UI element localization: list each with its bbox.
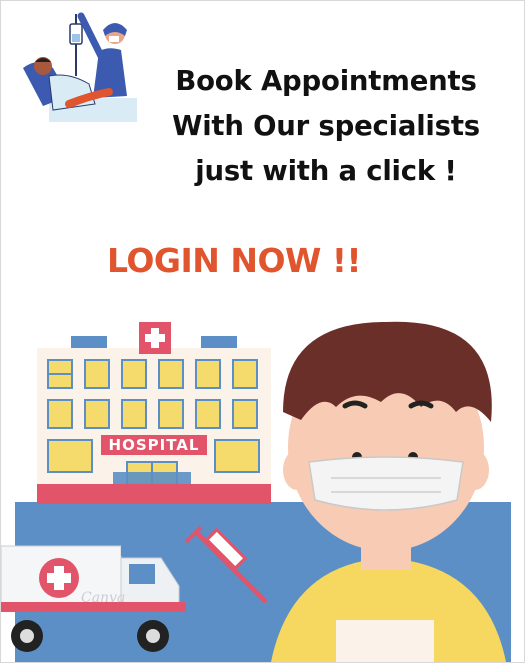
promo-card: Book Appointments With Our specialists j… — [0, 0, 525, 663]
headline: Book Appointments With Our specialists j… — [151, 59, 501, 194]
login-now-link[interactable]: LOGIN NOW !! — [107, 241, 362, 280]
watermark-text: Canva — [81, 590, 125, 606]
headline-line-3: just with a click ! — [195, 155, 457, 187]
headline-line-1: Book Appointments — [175, 65, 477, 97]
hospital-scene-illustration: HOSPITAL Canva — [1, 321, 511, 662]
hospital-building: HOSPITAL — [37, 322, 271, 504]
hospital-sign-text: HOSPITAL — [109, 436, 200, 454]
masked-boy — [271, 321, 506, 662]
nurse-patient-illustration — [23, 12, 137, 122]
headline-line-2: With Our specialists — [172, 110, 480, 142]
